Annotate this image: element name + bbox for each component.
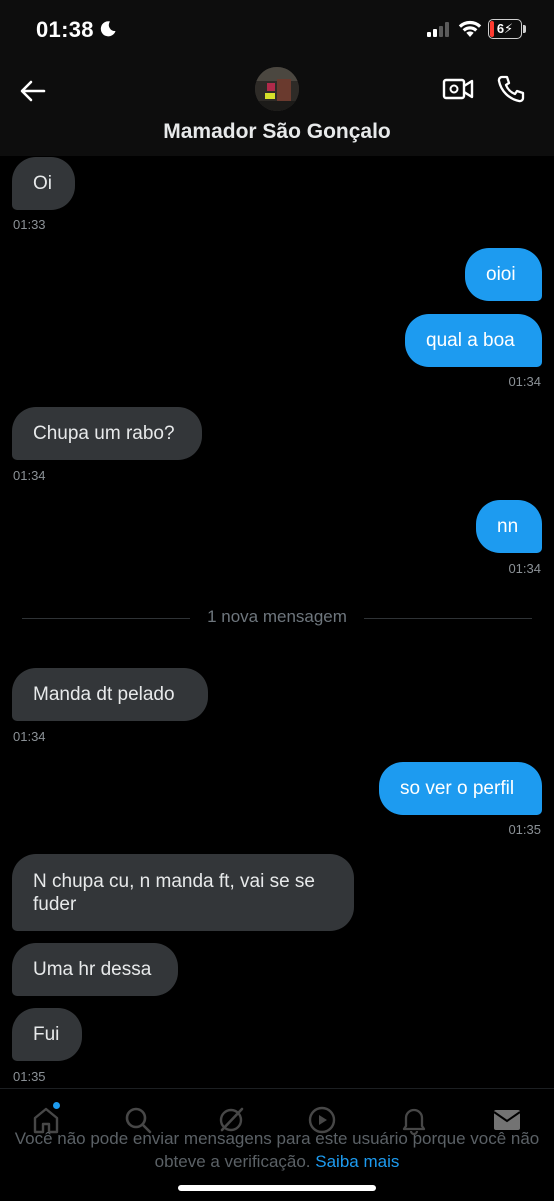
message-timestamp: 01:34	[508, 561, 541, 576]
incoming-message[interactable]: Chupa um rabo?	[12, 407, 202, 460]
moon-icon	[100, 21, 116, 37]
outgoing-message[interactable]: nn	[476, 500, 542, 553]
avatar[interactable]	[255, 67, 299, 111]
battery-indicator: 6⚡	[488, 19, 522, 39]
divider-line	[364, 618, 532, 619]
incoming-message[interactable]: N chupa cu, n manda ft, vai se se fuder	[12, 854, 354, 931]
incoming-message[interactable]: Manda dt pelado	[12, 668, 208, 721]
home-indicator[interactable]	[178, 1185, 376, 1191]
avatar-image	[255, 67, 299, 111]
message-timestamp: 01:34	[508, 374, 541, 389]
outgoing-message[interactable]: so ver o perfil	[379, 762, 542, 815]
video-call-icon[interactable]	[442, 74, 474, 104]
verification-notice: Você não pode enviar mensagens para este…	[0, 1127, 554, 1173]
message-timestamp: 01:33	[13, 217, 46, 232]
new-message-divider: 1 nova mensagem	[207, 607, 347, 626]
message-timestamp: 01:34	[13, 468, 46, 483]
status-bar: 01:38 6⚡	[0, 0, 554, 60]
signal-icon	[427, 22, 449, 37]
back-arrow-icon[interactable]	[18, 76, 48, 106]
incoming-message[interactable]: Uma hr dessa	[12, 943, 178, 996]
outgoing-message[interactable]: oioi	[465, 248, 542, 301]
battery-percent: 6	[496, 21, 505, 36]
phone-icon[interactable]	[496, 74, 526, 104]
message-timestamp: 01:35	[508, 822, 541, 837]
message-timestamp: 01:34	[13, 729, 46, 744]
charging-bolt-icon: ⚡	[504, 21, 514, 36]
message-timestamp: 01:35	[13, 1069, 46, 1084]
incoming-message[interactable]: Oi	[12, 157, 75, 210]
bottom-navigation: Você não pode enviar mensagens para este…	[0, 1088, 554, 1201]
battery-cap	[523, 25, 526, 33]
home-notification-dot	[53, 1102, 60, 1109]
wifi-icon	[458, 20, 482, 37]
conversation-header: Mamador São Gonçalo	[0, 60, 554, 156]
status-time: 01:38	[36, 17, 94, 42]
notice-text: Você não pode enviar mensagens para este…	[14, 1129, 540, 1171]
incoming-message[interactable]: Fui	[12, 1008, 82, 1061]
outgoing-message[interactable]: qual a boa	[405, 314, 542, 367]
contact-name[interactable]: Mamador São Gonçalo	[0, 120, 554, 144]
learn-more-link[interactable]: Saiba mais	[315, 1152, 399, 1171]
